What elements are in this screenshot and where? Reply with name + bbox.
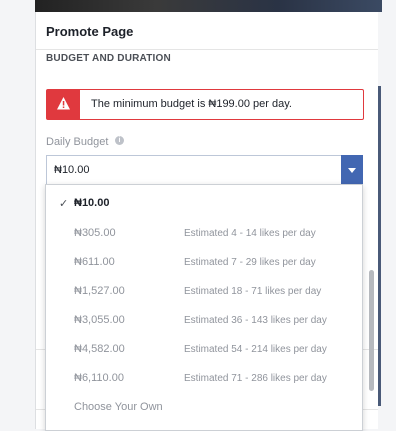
- budget-option-selected[interactable]: ✓ ₦10.00: [46, 190, 362, 219]
- background-header-strip: [35, 0, 382, 12]
- option-estimate: Estimated 71 - 286 likes per day: [184, 373, 327, 384]
- option-estimate: Estimated 54 - 214 likes per day: [184, 344, 327, 355]
- check-icon: ✓: [59, 198, 69, 210]
- option-amount: ₦611.00: [74, 256, 115, 268]
- budget-option[interactable]: ₦3,055.00 Estimated 36 - 143 likes per d…: [46, 307, 362, 336]
- minimum-budget-alert: The minimum budget is ₦199.00 per day.: [46, 89, 364, 120]
- dialog-header: Promote Page: [36, 12, 378, 50]
- budget-option[interactable]: ₦611.00 Estimated 7 - 29 likes per day: [46, 249, 362, 278]
- daily-budget-label: Daily Budget: [46, 136, 109, 148]
- daily-budget-value: ₦10.00: [54, 164, 90, 176]
- option-estimate: Estimated 4 - 14 likes per day: [184, 228, 316, 239]
- option-amount: ₦4,582.00: [74, 343, 125, 355]
- budget-option[interactable]: ₦305.00 Estimated 4 - 14 likes per day: [46, 220, 362, 249]
- budget-dropdown-menu: ✓ ₦10.00 ₦305.00 Estimated 4 - 14 likes …: [45, 184, 363, 431]
- option-amount: ₦3,055.00: [74, 314, 125, 326]
- info-icon[interactable]: i: [115, 136, 124, 145]
- dropdown-scrollbar[interactable]: [367, 184, 375, 429]
- dropdown-toggle-button[interactable]: [341, 155, 363, 186]
- option-estimate: Estimated 18 - 71 likes per day: [184, 286, 322, 297]
- option-amount: ₦1,527.00: [74, 285, 125, 297]
- alert-message: The minimum budget is ₦199.00 per day.: [91, 98, 292, 110]
- budget-option[interactable]: ₦1,527.00 Estimated 18 - 71 likes per da…: [46, 278, 362, 307]
- daily-budget-select[interactable]: ₦10.00: [46, 155, 363, 186]
- option-estimate: Estimated 7 - 29 likes per day: [184, 257, 316, 268]
- option-amount: ₦6,110.00: [74, 372, 124, 384]
- option-amount: Choose Your Own: [74, 401, 163, 413]
- option-amount: ₦10.00: [74, 197, 110, 209]
- scrollbar-thumb[interactable]: [369, 270, 374, 391]
- chevron-down-icon: [348, 168, 356, 173]
- option-estimate: Estimated 36 - 143 likes per day: [184, 315, 327, 326]
- budget-option[interactable]: ₦4,582.00 Estimated 54 - 214 likes per d…: [46, 336, 362, 365]
- budget-option[interactable]: ₦6,110.00 Estimated 71 - 286 likes per d…: [46, 365, 362, 394]
- option-amount: ₦305.00: [74, 227, 116, 239]
- dialog-title: Promote Page: [46, 24, 134, 39]
- section-title: BUDGET AND DURATION: [46, 53, 171, 64]
- warning-icon: [47, 90, 80, 119]
- choose-your-own-option[interactable]: Choose Your Own: [46, 394, 362, 423]
